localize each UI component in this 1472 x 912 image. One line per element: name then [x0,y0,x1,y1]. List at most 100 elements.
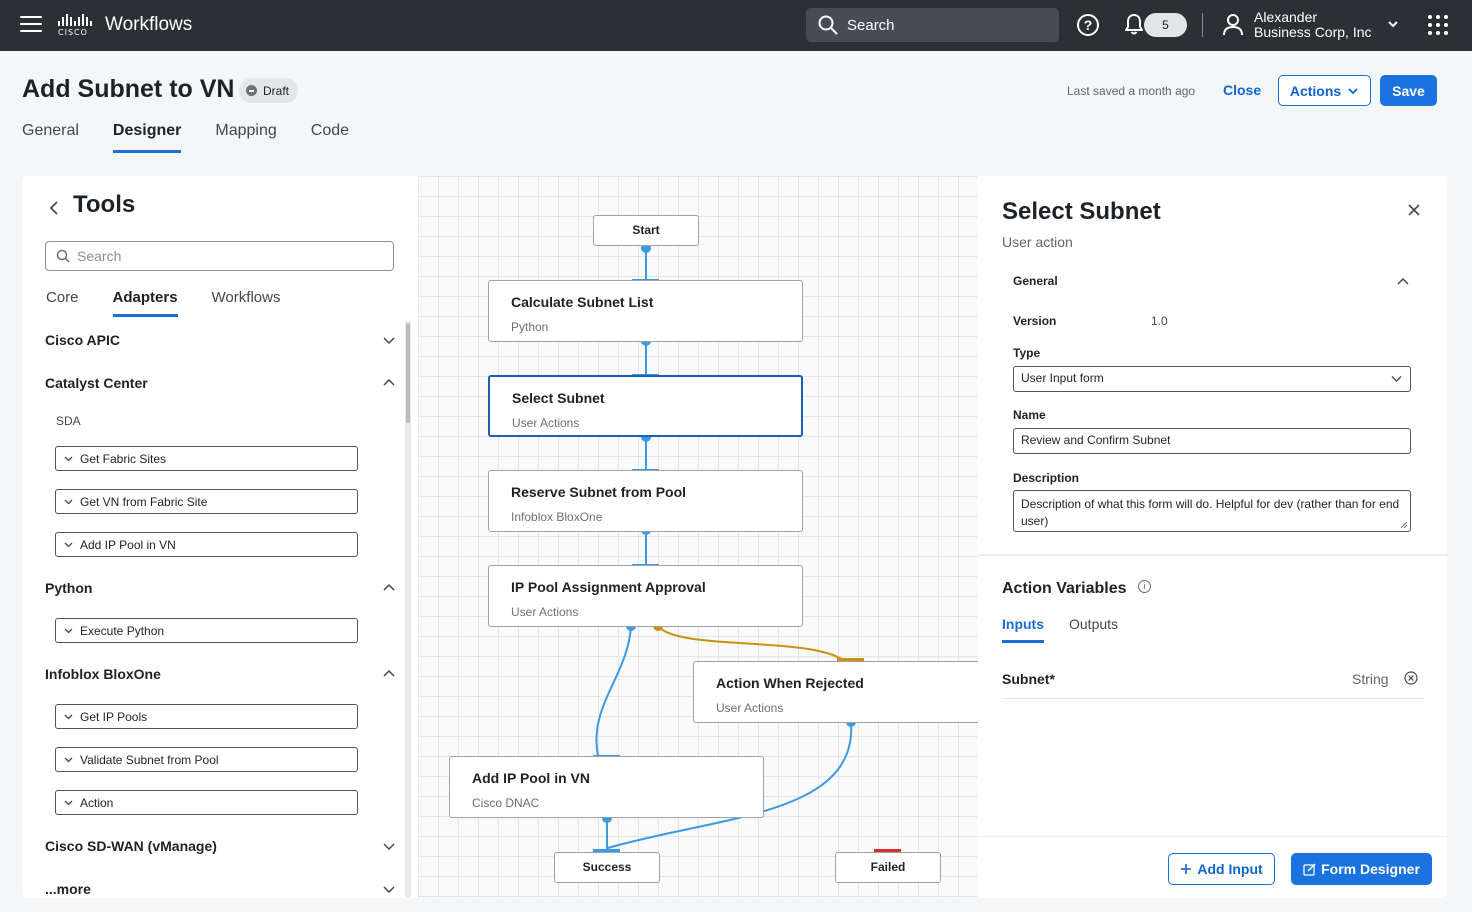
chevron-down-icon [64,712,73,721]
node-title: Select Subnet [512,390,605,406]
variable-row[interactable]: Subnet* String [1002,666,1424,699]
topbar-divider [1202,13,1203,37]
chevron-down-icon [64,798,73,807]
type-select[interactable]: User Input form [1013,366,1411,392]
actions-button[interactable]: Actions [1278,75,1371,106]
tool-get-vn-from-fabric-site[interactable]: Get VN from Fabric Site [55,489,358,514]
user-company: Business Corp, Inc [1254,24,1372,40]
notification-count-badge[interactable]: 5 [1144,13,1187,37]
hamburger-menu-icon[interactable] [20,16,42,34]
save-button[interactable]: Save [1380,75,1437,106]
group-more[interactable]: ...more [45,881,395,897]
node-subtitle: Infoblox BloxOne [511,510,603,524]
group-label: Cisco SD-WAN (vManage) [45,838,217,854]
node-title: Add IP Pool in VN [472,770,590,786]
chevron-up-icon [383,378,395,386]
chevron-down-icon [64,755,73,764]
global-search[interactable]: Search [806,8,1059,42]
tools-scrollbar-thumb[interactable] [406,323,410,423]
tab-core[interactable]: Core [46,289,79,317]
node-calculate-subnet-list[interactable]: Calculate Subnet List Python [488,280,803,342]
group-label: Infoblox BloxOne [45,666,161,682]
edit-icon [1303,862,1316,876]
node-subtitle: User Actions [716,701,784,715]
tools-search-input[interactable] [77,248,377,264]
group-catalyst-center[interactable]: Catalyst Center [45,375,395,391]
variable-name: Subnet* [1002,671,1055,687]
close-icon[interactable] [1406,202,1422,218]
node-title: Action When Rejected [716,675,864,691]
tool-get-ip-pools[interactable]: Get IP Pools [55,704,358,729]
info-icon[interactable]: i [1138,580,1151,593]
group-cisco-sd-wan[interactable]: Cisco SD-WAN (vManage) [45,838,395,854]
tool-validate-subnet-from-pool[interactable]: Validate Subnet from Pool [55,747,358,772]
connector-approval-rejected [657,625,844,661]
node-ip-pool-assignment-approval[interactable]: IP Pool Assignment Approval User Actions [488,565,803,627]
action-variables-tabs: Inputs Outputs [1002,616,1143,643]
group-label: Cisco APIC [45,332,120,348]
node-title: IP Pool Assignment Approval [511,579,706,595]
group-cisco-apic[interactable]: Cisco APIC [45,332,395,348]
node-success[interactable]: Success [554,852,660,883]
node-start[interactable]: Start [593,215,699,246]
tab-general[interactable]: General [22,122,79,153]
user-icon[interactable] [1222,13,1244,37]
node-reserve-subnet-from-pool[interactable]: Reserve Subnet from Pool Infoblox BloxOn… [488,470,803,532]
node-failed[interactable]: Failed [835,852,941,883]
group-label: Python [45,580,93,596]
search-icon [56,249,70,263]
group-python[interactable]: Python [45,580,395,596]
search-icon [818,15,838,35]
tab-code[interactable]: Code [311,122,349,153]
chevron-up-icon [383,583,395,591]
tab-mapping[interactable]: Mapping [215,122,276,153]
chevron-down-icon [383,886,395,894]
tab-outputs[interactable]: Outputs [1069,616,1118,643]
connector-approval-addpool [595,625,632,757]
chevron-down-icon [383,843,395,851]
chevron-left-icon[interactable] [48,200,60,216]
tab-workflows[interactable]: Workflows [212,289,281,317]
status-badge: Draft [239,78,299,103]
node-select-subnet[interactable]: Select Subnet User Actions [488,375,803,437]
chevron-up-icon[interactable] [1397,276,1409,288]
help-icon[interactable]: ? [1077,14,1099,36]
tools-search[interactable] [45,241,394,271]
node-subtitle: User Actions [511,605,579,619]
user-menu[interactable]: Alexander Business Corp, Inc [1254,10,1372,40]
name-field[interactable]: Review and Confirm Subnet [1013,428,1411,454]
last-saved-text: Last saved a month ago [1067,84,1196,98]
variable-type: String [1352,671,1389,687]
tool-action[interactable]: Action [55,790,358,815]
tool-get-fabric-sites[interactable]: Get Fabric Sites [55,446,358,471]
node-action-when-rejected[interactable]: Action When Rejected User Actions [693,661,978,723]
chevron-down-icon [64,497,73,506]
remove-circle-icon[interactable] [1404,671,1418,685]
app-launcher-icon[interactable] [1428,15,1448,35]
resize-handle-icon[interactable] [1400,521,1408,529]
form-designer-button[interactable]: Form Designer [1291,853,1432,885]
description-textarea[interactable]: Description of what this form will do. H… [1013,490,1411,532]
group-infoblox-bloxone[interactable]: Infoblox BloxOne [45,666,395,682]
node-title: Calculate Subnet List [511,294,654,310]
tool-add-ip-pool-in-vn[interactable]: Add IP Pool in VN [55,532,358,557]
tools-title: Tools [73,191,136,218]
add-input-button[interactable]: Add Input [1168,853,1275,885]
footer-divider [978,836,1447,837]
tool-execute-python[interactable]: Execute Python [55,618,358,643]
name-label: Name [1013,408,1046,422]
tab-adapters[interactable]: Adapters [112,289,178,317]
chevron-down-icon[interactable] [1386,17,1400,31]
workflow-canvas[interactable]: Start Calculate Subnet List Python Selec… [418,176,978,898]
section-general-header[interactable]: General [1013,274,1058,288]
tab-inputs[interactable]: Inputs [1002,616,1044,643]
chevron-down-icon [64,454,73,463]
bell-icon[interactable] [1124,13,1144,35]
tab-designer[interactable]: Designer [112,122,182,153]
version-value: 1.0 [1151,314,1168,328]
node-add-ip-pool-in-vn[interactable]: Add IP Pool in VN Cisco DNAC [449,756,764,818]
page-title: Add Subnet to VN [22,75,235,103]
chevron-down-icon [64,540,73,549]
draft-icon [246,85,257,96]
close-button[interactable]: Close [1223,82,1261,98]
